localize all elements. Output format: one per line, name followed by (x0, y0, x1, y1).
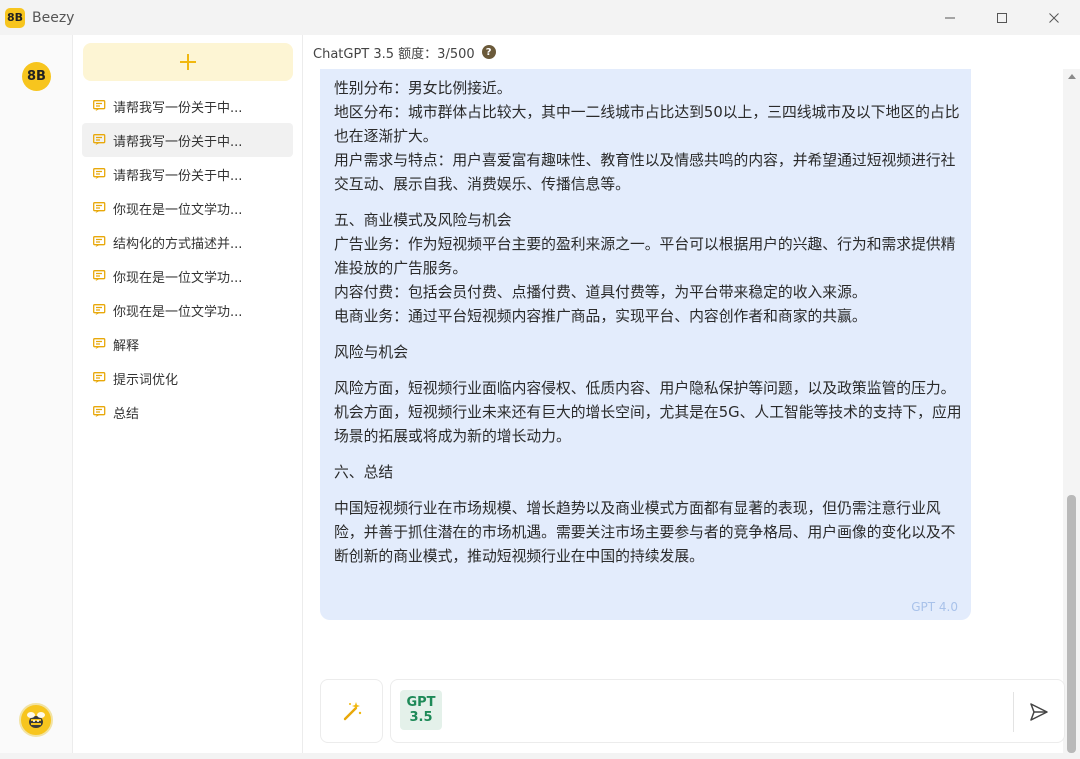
close-icon (1049, 12, 1059, 23)
scroll-thumb[interactable] (1067, 495, 1076, 753)
message-paragraph: 地区分布：城市群体占比较大，其中一二线城市占比达到50以上，三四线城市及以下地区… (334, 104, 960, 145)
vertical-scrollbar[interactable] (1063, 69, 1080, 753)
conversation-label: 解释 (113, 338, 140, 354)
message-input[interactable]: GPT 3.5 (390, 679, 1065, 743)
conversation-item[interactable]: 总结 (82, 395, 293, 429)
new-chat-button[interactable] (83, 43, 293, 81)
message-paragraph: 中国短视频行业在市场规模、增长趋势以及商业模式方面都有显著的表现，但仍需注意行业… (334, 500, 956, 565)
conversation-item[interactable]: 结构化的方式描述并... (82, 225, 293, 259)
conversation-label: 你现在是一位文学功... (113, 270, 243, 286)
conversation-label: 结构化的方式描述并... (113, 236, 243, 252)
message-paragraph: 电商业务：通过平台短视频内容推广商品，实现平台、内容创作者和商家的共赢。 (334, 308, 867, 325)
input-divider (1013, 692, 1014, 732)
chat-bubble-icon (93, 134, 106, 145)
chat-bubble-icon (93, 100, 106, 111)
maximize-button[interactable] (976, 0, 1028, 35)
conversation-sidebar: 请帮我写一份关于中... 请帮我写一份关于中... 请帮我写一份关于中... 你现在是… (73, 35, 303, 753)
magic-wand-icon (343, 702, 361, 721)
model-switch-badge[interactable]: GPT 3.5 (400, 690, 442, 730)
model-badge-line1: GPT (406, 695, 436, 710)
conversation-item[interactable]: 你现在是一位文学功... (82, 293, 293, 327)
send-icon (1030, 703, 1048, 721)
window-title: Beezy (32, 9, 75, 26)
question-circle-icon[interactable]: ? (481, 45, 496, 59)
message-paragraph: 六、总结 (334, 464, 394, 481)
chat-bubble-icon (93, 372, 106, 383)
conversation-label: 请帮我写一份关于中... (113, 100, 243, 116)
message-scroll-area[interactable]: 性别分布：男女比例接近。地区分布：城市群体占比较大，其中一二线城市占比达到50以… (303, 69, 1063, 669)
minimize-button[interactable] (924, 0, 976, 35)
conversation-item[interactable]: 解释 (82, 327, 293, 361)
scroll-up-icon[interactable] (1068, 74, 1076, 79)
assistant-message-bubble: 性别分布：男女比例接近。地区分布：城市群体占比较大，其中一二线城市占比达到50以… (320, 69, 971, 620)
conversation-item[interactable]: 你现在是一位文学功... (82, 259, 293, 293)
message-text: 性别分布：男女比例接近。地区分布：城市群体占比较大，其中一二线城市占比达到50以… (334, 77, 962, 569)
magic-prompt-button[interactable] (320, 679, 383, 743)
conversation-label: 总结 (113, 406, 140, 422)
message-paragraph: 五、商业模式及风险与机会 (334, 212, 512, 229)
conversation-label: 请帮我写一份关于中... (113, 168, 243, 184)
bee-avatar-icon (27, 712, 45, 728)
conversation-item[interactable]: 请帮我写一份关于中... (82, 157, 293, 191)
conversation-label: 你现在是一位文学功... (113, 202, 243, 218)
composer: GPT 3.5 (320, 679, 1065, 743)
conversation-item[interactable]: 请帮我写一份关于中... (82, 123, 293, 157)
window-controls (924, 0, 1080, 35)
chat-bubble-icon (93, 338, 106, 349)
quota-label: ChatGPT 3.5 额度：3/500 (313, 46, 475, 62)
send-button[interactable] (1027, 700, 1051, 724)
chat-bubble-icon (93, 270, 106, 281)
minimize-icon (945, 17, 955, 18)
left-rail: 8B (0, 35, 73, 753)
model-badge-line2: 3.5 (409, 710, 433, 725)
plus-icon (180, 54, 196, 70)
close-button[interactable] (1028, 0, 1080, 35)
conversation-label: 你现在是一位文学功... (113, 304, 243, 320)
chat-header: ChatGPT 3.5 额度：3/500 ? (303, 35, 1080, 69)
maximize-icon (997, 12, 1007, 23)
conversation-item[interactable]: 提示词优化 (82, 361, 293, 395)
chat-bubble-icon (93, 168, 106, 179)
conversation-list: 请帮我写一份关于中... 请帮我写一份关于中... 请帮我写一份关于中... 你现在是… (82, 89, 293, 429)
conversation-item[interactable]: 你现在是一位文学功... (82, 191, 293, 225)
message-paragraph: 用户需求与特点：用户喜爱富有趣味性、教育性以及情感共鸣的内容，并希望通过短视频进… (334, 152, 956, 193)
message-paragraph: 内容付费：包括会员付费、点播付费、道具付费等，为平台带来稳定的收入来源。 (334, 284, 867, 301)
rail-logo-icon[interactable]: 8B (22, 62, 51, 91)
message-paragraph: 风险与机会 (334, 344, 408, 361)
message-paragraph: 广告业务：作为短视频平台主要的盈利来源之一。平台可以根据用户的兴趣、行为和需求提… (334, 236, 956, 277)
title-bar: 8B Beezy (0, 0, 1080, 35)
chat-bubble-icon (93, 202, 106, 213)
chat-bubble-icon (93, 304, 106, 315)
user-avatar[interactable] (19, 703, 53, 737)
message-paragraph: 性别分布：男女比例接近。 (334, 80, 512, 97)
app-logo: 8B (5, 7, 25, 28)
chat-panel: ChatGPT 3.5 额度：3/500 ? 性别分布：男女比例接近。地区分布：… (303, 35, 1080, 753)
chat-bubble-icon (93, 236, 106, 247)
chat-bubble-icon (93, 406, 106, 417)
model-tag: GPT 4.0 (911, 600, 958, 614)
conversation-label: 提示词优化 (113, 372, 179, 388)
conversation-label: 请帮我写一份关于中... (113, 134, 243, 150)
message-paragraph: 风险方面，短视频行业面临内容侵权、低质内容、用户隐私保护等问题，以及政策监管的压… (334, 380, 962, 445)
conversation-item[interactable]: 请帮我写一份关于中... (82, 89, 293, 123)
